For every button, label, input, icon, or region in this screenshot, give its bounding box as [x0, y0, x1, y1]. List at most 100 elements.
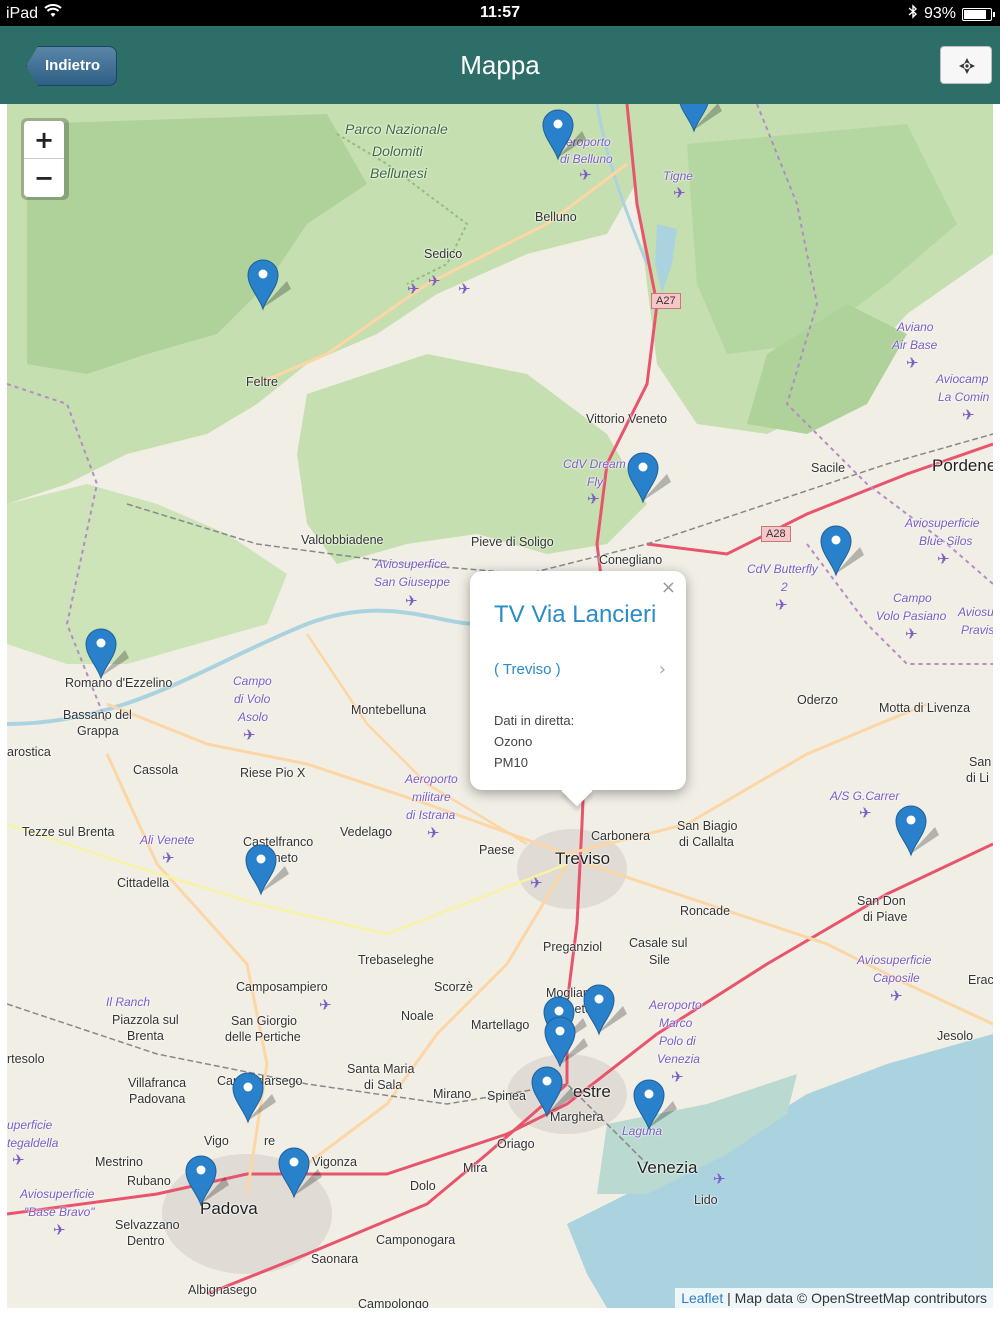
map-label: Venezia	[637, 1158, 698, 1177]
bluetooth-icon	[908, 4, 918, 24]
station-marker[interactable]	[544, 1016, 588, 1068]
map-label: Campolongo	[358, 1297, 429, 1308]
airport-icon: ✈	[405, 593, 418, 610]
page-title: Mappa	[460, 50, 540, 80]
map-label: Santa Maria	[347, 1062, 415, 1076]
map-label: Romano d'Ezzelino	[65, 676, 173, 690]
station-marker[interactable]	[278, 1147, 322, 1199]
popup-close-button[interactable]: ×	[661, 577, 676, 598]
map-label: Motta di Livenza	[879, 701, 971, 715]
airport-icon: ✈	[428, 273, 441, 290]
map-label: Camposampiero	[236, 980, 328, 994]
map-label: Dolo	[410, 1179, 436, 1193]
map-label: di Piave	[863, 910, 908, 924]
map-label: Martellago	[471, 1018, 530, 1032]
map-label: Lido	[694, 1193, 718, 1207]
map-label: Campo	[233, 674, 272, 688]
map-label: "Base Bravo"	[24, 1205, 95, 1219]
station-marker[interactable]	[85, 628, 129, 680]
map-label: Pordene	[932, 456, 993, 475]
popup-title: TV Via Lancieri	[494, 601, 657, 628]
map-label: Valdobbiadene	[301, 533, 384, 547]
zoom-in-button[interactable]: +	[24, 121, 64, 159]
map-label: di Volo	[234, 692, 271, 706]
map-label: Mestrino	[95, 1155, 143, 1169]
map-label: Carbonera	[591, 829, 651, 843]
map-label: CdV Butterfly	[747, 562, 818, 576]
map-label: Il Ranch	[106, 995, 151, 1009]
map-label: Sile	[649, 953, 670, 967]
airport-icon: ✈	[12, 1152, 25, 1169]
airport-icon: ✈	[937, 551, 950, 568]
map-label: Noale	[401, 1009, 434, 1023]
airport-icon: ✈	[673, 185, 686, 202]
airport-icon: ✈	[162, 850, 175, 867]
map-label: Aviosuperficie	[857, 953, 932, 967]
map-label: delle Pertiche	[225, 1030, 301, 1044]
map-label: Pieve di Soligo	[471, 535, 554, 549]
map-label: di Callalta	[679, 835, 734, 849]
leaflet-link[interactable]: Leaflet	[681, 1290, 723, 1306]
popup-city-link[interactable]: ( Treviso ) ›	[494, 659, 666, 680]
map-label: estre	[573, 1082, 611, 1101]
station-marker[interactable]	[185, 1155, 229, 1207]
map-label: Casale sul	[629, 936, 688, 950]
map-label: Pravis	[961, 623, 993, 637]
map-label: Aviano	[897, 320, 934, 334]
map-label: Riese Pio X	[240, 766, 306, 780]
station-marker[interactable]	[583, 984, 627, 1036]
map-label: Dentro	[127, 1234, 165, 1248]
station-marker[interactable]	[627, 452, 671, 504]
map-label: Spinea	[487, 1089, 526, 1103]
map-label: Scorzè	[434, 980, 473, 994]
map-label: Villafranca	[128, 1076, 187, 1090]
battery-icon	[962, 7, 995, 21]
locate-button[interactable]	[940, 46, 992, 84]
station-marker[interactable]	[245, 844, 289, 896]
station-marker[interactable]	[895, 805, 939, 857]
map-label: San Giuseppe	[374, 575, 451, 589]
map-label: Bassano del	[63, 708, 132, 722]
battery-fill	[964, 9, 987, 19]
map-label: San Don	[857, 894, 906, 908]
station-marker[interactable]	[633, 1079, 677, 1131]
airport-icon: ✈	[407, 281, 420, 298]
map-label: Vittorio Veneto	[586, 412, 668, 426]
map-label: San	[969, 755, 992, 769]
map-label: Marco	[659, 1016, 693, 1030]
map-label: Rubano	[127, 1174, 171, 1188]
map-label: Vigonza	[312, 1155, 357, 1169]
map-label: Jesolo	[937, 1029, 974, 1043]
map-label: Sedico	[424, 247, 463, 261]
zoom-out-button[interactable]: −	[24, 159, 64, 197]
map-label: Cassola	[133, 763, 179, 777]
map-view[interactable]: A27 A28 Parco Nazionale Dolomiti Bellune…	[7, 104, 993, 1308]
airport-icon: ✈	[859, 805, 872, 822]
station-marker[interactable]	[678, 104, 722, 133]
nav-bar: Indietro Mappa	[0, 26, 1000, 104]
airport-icon: ✈	[458, 281, 471, 298]
station-marker[interactable]	[232, 1072, 276, 1124]
map-label: tegaldella	[7, 1136, 59, 1150]
station-marker[interactable]	[247, 259, 291, 311]
map-label: Grappa	[77, 724, 119, 738]
popup-pollutant: Ozono	[494, 734, 533, 749]
map-label: Camponogara	[376, 1233, 456, 1247]
map-label: di Li	[966, 771, 989, 785]
airport-icon: ✈	[713, 1171, 726, 1188]
airport-icon: ✈	[906, 355, 919, 372]
station-marker[interactable]	[531, 1066, 575, 1118]
map-label: Aviocamp	[936, 372, 989, 386]
airport-icon: ✈	[243, 727, 256, 744]
map-label: Aviosuperfice	[375, 557, 447, 571]
map-label: militare	[412, 790, 451, 804]
map-label: Brenta	[127, 1029, 164, 1043]
station-marker[interactable]	[820, 525, 864, 577]
popup-city-label: ( Treviso )	[494, 661, 561, 678]
airport-icon: ✈	[319, 997, 332, 1014]
battery-percent: 93%	[923, 5, 956, 22]
map-label: Parco Nazionale	[345, 121, 448, 137]
attribution-text: | Map data © OpenStreetMap contributors	[723, 1290, 987, 1306]
map-label: Conegliano	[599, 553, 663, 567]
station-marker[interactable]	[542, 109, 586, 161]
